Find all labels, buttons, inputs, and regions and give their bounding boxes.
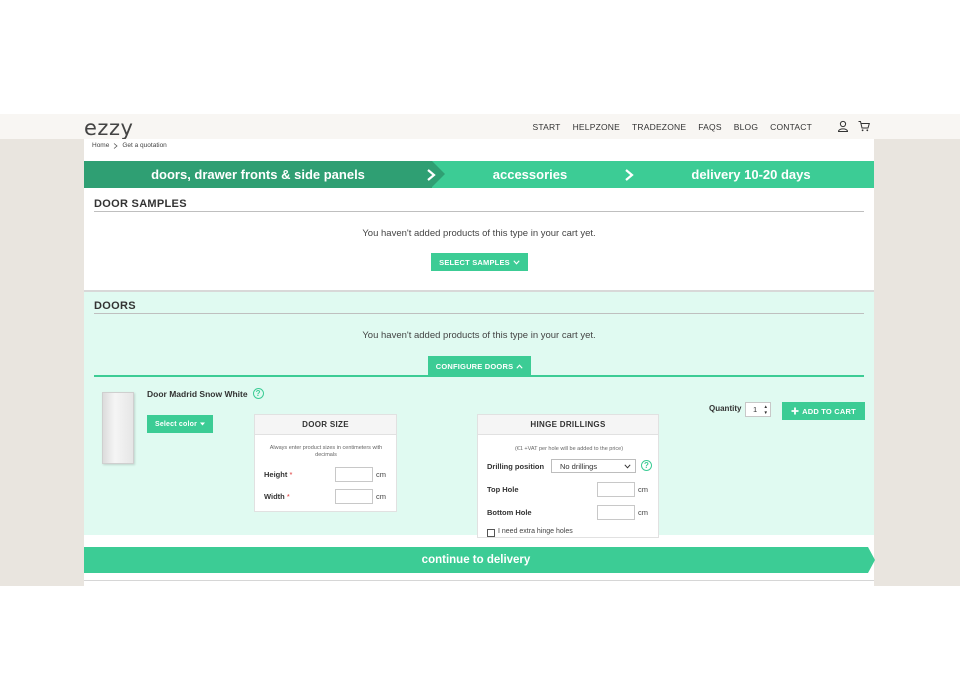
extra-hinge-holes-checkbox[interactable]	[487, 529, 495, 537]
nav-tradezone[interactable]: TRADEZONE	[632, 122, 686, 132]
height-label: Height *	[264, 470, 292, 479]
drilling-position-label: Drilling position	[487, 462, 545, 471]
step-accessories[interactable]: accessories	[432, 161, 628, 188]
bottom-hole-label: Bottom Hole	[487, 508, 532, 517]
nav-start[interactable]: START	[533, 122, 561, 132]
page-viewport: ezzy START HELPZONE TRADEZONE FAQS BLOG …	[0, 114, 960, 586]
configure-doors-label: CONFIGURE DOORS	[435, 361, 514, 371]
bottom-hole-unit: cm	[638, 508, 648, 517]
step-doors[interactable]: doors, drawer fronts & side panels	[84, 161, 445, 188]
breadcrumb-home[interactable]: Home	[92, 142, 109, 149]
nav-contact[interactable]: CONTACT	[770, 122, 812, 132]
add-to-cart-label: ADD TO CART	[802, 406, 856, 416]
chevron-down-icon	[513, 259, 520, 265]
chevron-up-icon	[516, 363, 523, 369]
select-color-label: Select color	[154, 420, 198, 428]
header-icons	[837, 120, 870, 132]
hinge-price-note: (€1 +VAT per hole will be added to the p…	[514, 446, 624, 452]
door-name-text: Door Madrid Snow White	[147, 388, 248, 399]
chevron-down-icon	[624, 464, 631, 469]
door-product-name: Door Madrid Snow White ?	[147, 388, 264, 399]
height-input[interactable]	[335, 467, 373, 482]
door-size-note: Always enter product sizes in centimeter…	[269, 445, 383, 459]
main-content: Home Get a quotation doors, drawer front…	[84, 139, 875, 586]
top-hole-unit: cm	[638, 485, 648, 494]
door-size-panel: DOOR SIZE Always enter product sizes in …	[254, 414, 397, 512]
doors-title: DOORS	[94, 300, 136, 312]
height-label-text: Height	[264, 470, 288, 479]
select-samples-label: SELECT SAMPLES	[439, 257, 510, 267]
hinge-drillings-title: HINGE DRILLINGS	[478, 415, 658, 435]
door-samples-title: DOOR SAMPLES	[94, 198, 187, 210]
breadcrumb: Home Get a quotation	[92, 142, 167, 149]
drilling-position-select[interactable]: No drillings	[551, 459, 636, 473]
quantity-label: Quantity	[709, 404, 742, 413]
select-samples-button[interactable]: SELECT SAMPLES	[431, 253, 528, 271]
nav-helpzone[interactable]: HELPZONE	[573, 122, 620, 132]
caret-down-icon	[200, 422, 206, 426]
door-product-image	[102, 392, 134, 464]
required-mark: *	[286, 492, 290, 501]
logo[interactable]: ezzy	[84, 116, 133, 140]
quantity-value: 1	[753, 405, 758, 414]
quantity-stepper[interactable]: 1 ▲ ▼	[745, 402, 771, 417]
bottom-hole-input[interactable]	[597, 505, 635, 520]
checkout-steps: doors, drawer fronts & side panels acces…	[84, 161, 874, 188]
chevron-right-icon	[426, 161, 436, 188]
breadcrumb-current: Get a quotation	[122, 142, 167, 149]
help-icon[interactable]: ?	[641, 460, 652, 471]
spinner-arrows-icon[interactable]: ▲ ▼	[764, 404, 768, 415]
height-unit: cm	[376, 470, 386, 479]
drilling-position-value: No drillings	[560, 461, 598, 471]
help-icon[interactable]: ?	[252, 388, 264, 399]
doors-empty-message: You haven't added products of this type …	[362, 330, 596, 341]
chevron-right-icon	[114, 142, 118, 149]
width-unit: cm	[376, 492, 386, 501]
step-delivery[interactable]: delivery 10-20 days	[628, 161, 874, 188]
chevron-right-icon	[624, 161, 634, 188]
divider	[94, 313, 864, 314]
door-samples-empty-message: You haven't added products of this type …	[362, 228, 596, 239]
site-header: ezzy START HELPZONE TRADEZONE FAQS BLOG …	[0, 114, 960, 140]
main-nav: START HELPZONE TRADEZONE FAQS BLOG CONTA…	[533, 122, 813, 132]
door-size-title: DOOR SIZE	[255, 415, 396, 435]
top-hole-input[interactable]	[597, 482, 635, 497]
add-to-cart-button[interactable]: ADD TO CART	[782, 402, 865, 420]
divider	[84, 580, 874, 581]
top-hole-label: Top Hole	[487, 485, 519, 494]
hinge-drillings-panel: HINGE DRILLINGS (€1 +VAT per hole will b…	[477, 414, 659, 538]
cart-icon[interactable]	[858, 120, 870, 132]
nav-blog[interactable]: BLOG	[734, 122, 758, 132]
user-icon[interactable]	[837, 120, 849, 132]
configure-doors-button[interactable]: CONFIGURE DOORS	[428, 356, 531, 376]
divider	[94, 211, 864, 212]
select-color-button[interactable]: Select color	[147, 415, 213, 433]
nav-faqs[interactable]: FAQS	[698, 122, 721, 132]
plus-icon	[791, 407, 799, 415]
width-input[interactable]	[335, 489, 373, 504]
width-label: Width *	[264, 492, 290, 501]
width-label-text: Width	[264, 492, 285, 501]
continue-to-delivery-button[interactable]: continue to delivery	[84, 547, 875, 573]
required-mark: *	[289, 470, 293, 479]
extra-hinge-holes-label: I need extra hinge holes	[498, 528, 573, 535]
